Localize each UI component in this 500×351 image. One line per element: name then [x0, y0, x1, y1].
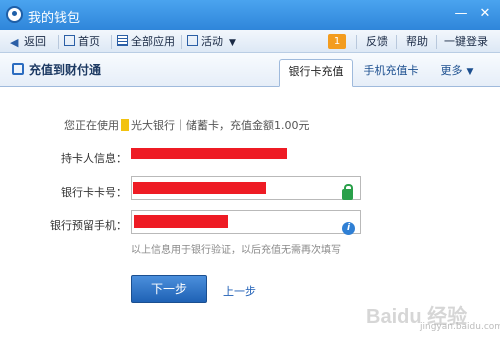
- apps-grid-icon: [117, 35, 128, 46]
- gift-icon: [187, 35, 198, 46]
- payment-info: 您正在使用 光大银行｜储蓄卡，充值金额1.00元: [64, 117, 310, 133]
- card-number-input[interactable]: [131, 176, 361, 200]
- info-details: 光大银行｜储蓄卡，充值金额1.00元: [131, 119, 310, 132]
- back-button[interactable]: ◀ 返回: [10, 34, 46, 50]
- all-apps-button[interactable]: 全部应用: [117, 34, 175, 50]
- divider: [356, 35, 357, 49]
- phone-label: 银行预留手机：: [50, 219, 127, 232]
- chevron-down-icon: ▼: [466, 67, 474, 77]
- back-arrow-icon: ◀: [10, 36, 19, 49]
- cardholder-label: 持卡人信息：: [61, 152, 127, 165]
- activities-label: 活动: [201, 35, 223, 48]
- tab-more[interactable]: 更多 ▼: [432, 59, 482, 87]
- page-title-text: 充值到财付通: [29, 63, 102, 77]
- divider: [58, 35, 59, 49]
- tenpay-icon: [12, 63, 24, 75]
- next-step-button[interactable]: 下一步: [131, 275, 207, 303]
- notification-badge[interactable]: 1: [328, 34, 346, 49]
- help-link[interactable]: 帮助: [406, 34, 428, 50]
- cardholder-redacted: [131, 148, 287, 159]
- toolbar: ◀ 返回 首页 全部应用 活动 ▼ 1 反馈 帮助 一键登录: [0, 30, 500, 53]
- divider: [181, 35, 182, 49]
- divider: [396, 35, 397, 49]
- divider: [111, 35, 112, 49]
- home-icon: [64, 35, 75, 46]
- title-bar: 我的钱包 — ✕: [0, 0, 500, 30]
- tab-mobile-recharge-card[interactable]: 手机充值卡: [358, 59, 424, 87]
- qq-penguin-icon: [6, 6, 23, 23]
- back-label: 返回: [24, 35, 46, 48]
- wallet-window: 我的钱包 — ✕ ◀ 返回 首页 全部应用 活动 ▼ 1 反馈 帮助 一键登录 充值…: [0, 0, 500, 351]
- minimize-icon[interactable]: —: [450, 4, 472, 24]
- info-icon[interactable]: i: [342, 222, 355, 235]
- tab-bar: 充值到财付通 银行卡充值 手机充值卡 更多 ▼: [0, 53, 500, 87]
- home-button[interactable]: 首页: [64, 34, 100, 50]
- info-prefix: 您正在使用: [64, 119, 119, 132]
- all-apps-label: 全部应用: [131, 35, 175, 48]
- divider: [436, 35, 437, 49]
- previous-step-link[interactable]: 上一步: [223, 283, 256, 299]
- tab-more-label: 更多: [440, 64, 463, 77]
- tab-bank-card-recharge[interactable]: 银行卡充值: [279, 59, 353, 87]
- phone-redacted: [134, 215, 228, 228]
- bank-logo-icon: [121, 119, 129, 131]
- home-label: 首页: [78, 35, 100, 48]
- card-number-redacted: [133, 182, 266, 194]
- card-number-label: 银行卡卡号：: [61, 186, 127, 199]
- window-title: 我的钱包: [28, 11, 81, 26]
- page-title: 充值到财付通: [12, 61, 101, 78]
- verification-hint: 以上信息用于银行验证，以后充值无需再次填写: [131, 245, 341, 256]
- watermark-url: jingyan.baidu.com: [420, 322, 500, 332]
- close-icon[interactable]: ✕: [474, 4, 496, 24]
- phone-input[interactable]: [131, 210, 361, 234]
- one-click-login-link[interactable]: 一键登录: [444, 34, 488, 50]
- chevron-down-icon: ▼: [229, 38, 236, 48]
- feedback-link[interactable]: 反馈: [366, 34, 388, 50]
- activities-dropdown[interactable]: 活动 ▼: [187, 34, 236, 50]
- lock-icon: [342, 184, 353, 200]
